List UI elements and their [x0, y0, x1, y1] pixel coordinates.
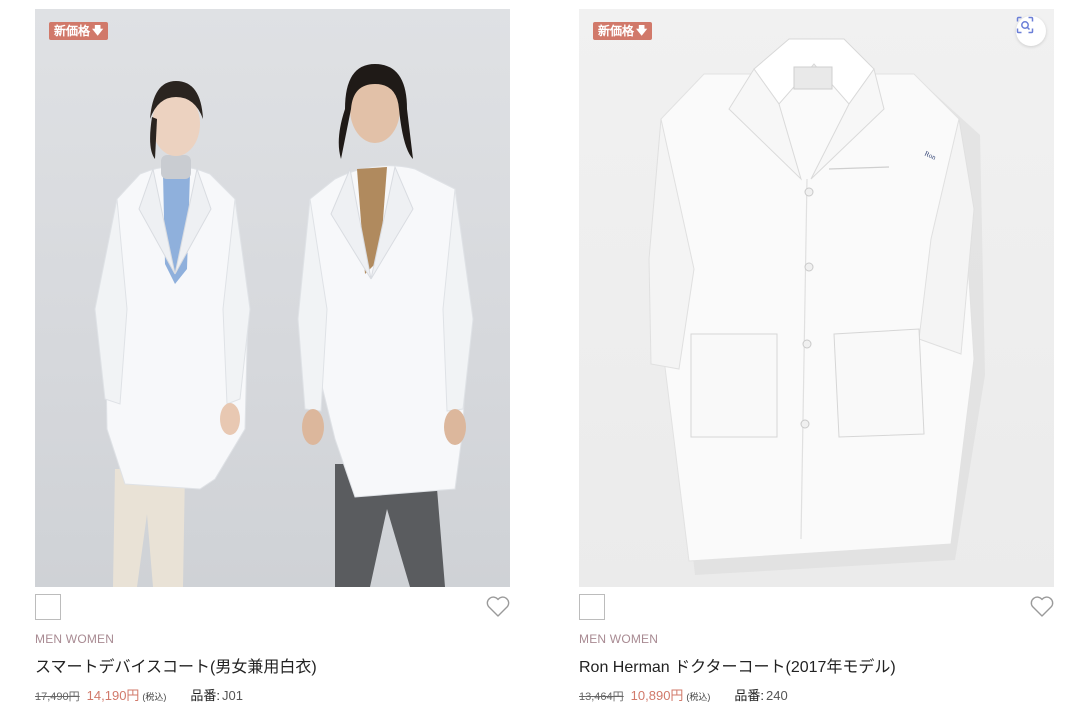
product-code-label: 品番:	[734, 688, 765, 703]
tax-included-label: (税込)	[686, 692, 711, 702]
product-image[interactable]: Ron 新価格 🡇	[579, 9, 1054, 587]
card-meta-row	[35, 587, 510, 627]
lab-coat-flatlay: Ron	[648, 38, 985, 575]
card-meta-row	[579, 587, 1054, 627]
visual-search-icon	[1016, 16, 1034, 34]
arrow-down-icon: 🡇	[636, 25, 648, 37]
heart-outline-icon[interactable]	[485, 595, 511, 619]
product-photo-illustration	[94, 64, 474, 587]
new-price: 14,190円	[86, 688, 140, 703]
product-grid: 新価格 🡇 MEN WOMEN スマートデバイスコート(男女兼用白衣) 17,4…	[0, 0, 1067, 710]
product-code: 240	[766, 688, 788, 703]
product-image[interactable]: 新価格 🡇	[35, 9, 510, 587]
model-man	[297, 64, 474, 587]
color-swatch-white[interactable]	[579, 594, 605, 620]
new-price-badge: 新価格 🡇	[49, 22, 109, 40]
product-title[interactable]: スマートデバイスコート(男女兼用白衣)	[35, 653, 510, 677]
color-swatch-white[interactable]	[35, 594, 61, 620]
new-price-badge: 新価格 🡇	[593, 22, 653, 40]
old-price: 13,464円	[579, 691, 624, 703]
product-photo-illustration: Ron	[648, 38, 985, 575]
product-card[interactable]: Ron 新価格 🡇 MEN WOMEN Ron Herman ドクターコート(2…	[579, 9, 1054, 704]
new-price: 10,890円	[630, 688, 684, 703]
badge-label: 新価格	[54, 24, 91, 38]
product-category[interactable]: MEN WOMEN	[35, 632, 510, 646]
product-code-label: 品番:	[190, 688, 221, 703]
product-category[interactable]: MEN WOMEN	[579, 632, 1054, 646]
product-title[interactable]: Ron Herman ドクターコート(2017年モデル)	[579, 653, 1054, 677]
price-row: 17,490円 14,190円 (税込) 品番: J01	[35, 685, 510, 704]
heart-outline-icon[interactable]	[1029, 595, 1055, 619]
product-card[interactable]: 新価格 🡇 MEN WOMEN スマートデバイスコート(男女兼用白衣) 17,4…	[35, 9, 510, 704]
model-woman	[94, 81, 251, 587]
visual-search-button[interactable]	[1016, 16, 1046, 46]
old-price: 17,490円	[35, 691, 80, 703]
badge-label: 新価格	[598, 24, 635, 38]
tax-included-label: (税込)	[142, 692, 167, 702]
price-row: 13,464円 10,890円 (税込) 品番: 240	[579, 685, 1054, 704]
arrow-down-icon: 🡇	[92, 25, 104, 37]
product-code: J01	[222, 688, 244, 703]
